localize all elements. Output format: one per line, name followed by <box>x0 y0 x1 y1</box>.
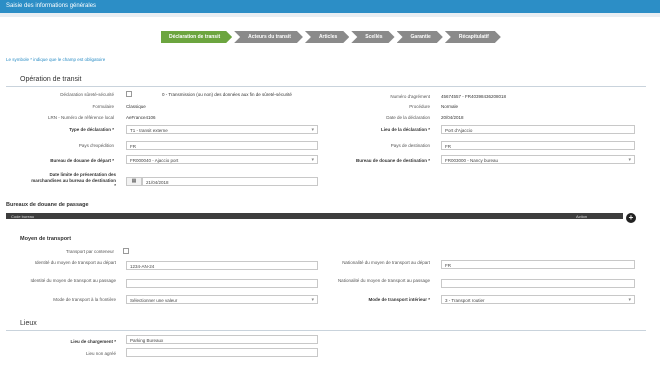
pays-destination-label: Pays de destination <box>390 143 430 148</box>
mode-interieur-value: 3 - Transport routier <box>445 298 485 303</box>
bureau-destination-select[interactable]: FR003000 - Nancy bureau ▾ <box>441 155 635 164</box>
column-header-code-bureau: Code bureau <box>11 213 35 219</box>
bureau-depart-select[interactable]: FR000040 - Ajaccio port ▾ <box>126 155 318 164</box>
bureau-depart-value: FR000040 - Ajaccio port <box>130 158 179 163</box>
bureau-destination-label: Bureau de douane de destination * <box>355 158 430 163</box>
step-articles[interactable]: Articles <box>305 31 349 43</box>
chevron-down-icon: ▾ <box>311 127 314 133</box>
section-title-transport: Moyen de transport <box>20 236 72 242</box>
column-header-action: Action <box>576 213 588 219</box>
step-garantie[interactable]: Garantie <box>397 31 443 43</box>
section-title-lieux: Lieux <box>20 320 37 327</box>
chevron-down-icon: ▾ <box>311 297 314 303</box>
mode-interieur-label: Mode de transport intérieur * <box>368 297 430 302</box>
mode-frontiere-label: Mode de transport à la frontière <box>53 297 116 302</box>
mode-interieur-select[interactable]: 3 - Transport routier ▾ <box>441 295 635 304</box>
pays-expedition-label: Pays d'expédition <box>78 143 114 148</box>
lieu-non-agree-label: Lieu non agréé <box>85 351 116 356</box>
window-title: Saisie des informations générales <box>6 3 97 9</box>
type-declaration-select[interactable]: T1 - transit externe ▾ <box>126 125 318 134</box>
num-agrement-label: Numéro d'agrément <box>390 94 430 99</box>
date-declaration-value: 20/04/2018 <box>441 115 464 120</box>
section-title-operation: Opération de transit <box>20 76 82 83</box>
step-recapitulatif[interactable]: Récapitulatif <box>445 31 501 43</box>
date-limite-label: Date limite de présentation des marchand… <box>31 172 116 188</box>
step-scelles[interactable]: Scellés <box>351 31 394 43</box>
lieu-non-agree-input[interactable] <box>126 348 318 357</box>
pays-expedition-input[interactable]: FR <box>126 141 318 150</box>
securite-label: Déclaration sûreté-sécurité <box>60 92 114 97</box>
procedure-value: Normale <box>441 104 459 109</box>
nat-depart-input[interactable]: FR <box>441 260 635 269</box>
id-depart-label: Identité du moyen de transport au départ <box>34 260 116 265</box>
lieu-chargement-label: Lieu de chargement * <box>70 339 116 344</box>
procedure-label: Procédure <box>409 104 430 109</box>
bureaux-passage-table-header: Code bureau Action <box>6 213 623 219</box>
nat-passage-label: Nationalité du moyen de transport au pas… <box>337 278 430 283</box>
lrn-value: AeFrance4106 <box>126 115 156 120</box>
pays-destination-input[interactable]: FR <box>441 141 635 150</box>
type-declaration-value: T1 - transit externe <box>130 128 168 133</box>
bureau-depart-label: Bureau de douane de départ * <box>50 158 114 163</box>
conteneur-label: Transport par conteneur <box>65 249 114 254</box>
lieu-declaration-input[interactable]: Port d'Ajaccio <box>441 125 635 134</box>
required-note: Le symbole * indique que le champ est ob… <box>6 57 106 62</box>
lrn-label: LRN - Numéro de référence local <box>47 115 114 120</box>
securite-value: 0 - Transmission (ou non) des données au… <box>162 92 292 97</box>
lieu-chargement-input[interactable]: Parking Bureaux <box>126 335 318 344</box>
formulaire-label: Formulaire <box>92 104 114 109</box>
id-passage-label: Identité du moyen de transport au passag… <box>30 278 116 283</box>
step-acteurs-transit[interactable]: Acteurs du transit <box>234 31 303 43</box>
chevron-down-icon: ▾ <box>628 157 631 163</box>
date-declaration-label: Date de la déclaration <box>386 115 430 120</box>
lieu-declaration-label: Lieu de la déclaration * <box>380 127 430 132</box>
mode-frontiere-select[interactable]: Sélectionner une valeur ▾ <box>126 295 318 304</box>
section-title-bureaux-passage: Bureaux de douane de passage <box>6 202 89 208</box>
nat-passage-input[interactable] <box>441 279 635 288</box>
window-title-bar: Saisie des informations générales <box>0 0 660 13</box>
num-agrement-value: 45674557 - FR40398436208018 <box>441 94 507 99</box>
date-limite-input[interactable]: 21/04/2018 <box>142 177 318 186</box>
bureau-destination-value: FR003000 - Nancy bureau <box>445 158 499 163</box>
id-passage-input[interactable] <box>126 279 318 288</box>
wizard-steps: Déclaration de transit Acteurs du transi… <box>161 31 503 43</box>
step-declaration-transit[interactable]: Déclaration de transit <box>161 31 232 43</box>
formulaire-value: Classique <box>126 104 146 109</box>
conteneur-checkbox[interactable] <box>123 248 129 254</box>
calendar-icon[interactable]: ▦ <box>126 177 142 186</box>
id-depart-input[interactable]: 1234-AN-24 <box>126 261 318 270</box>
section-divider <box>6 86 646 87</box>
securite-checkbox[interactable] <box>126 91 132 97</box>
add-bureau-button[interactable]: + <box>626 213 636 223</box>
title-underline <box>0 13 660 17</box>
nat-depart-label: Nationalité du moyen de transport au dép… <box>342 260 430 265</box>
type-declaration-label: Type de déclaration * <box>69 127 114 132</box>
mode-frontiere-value: Sélectionner une valeur <box>130 298 178 303</box>
section-divider <box>6 330 646 331</box>
chevron-down-icon: ▾ <box>628 297 631 303</box>
